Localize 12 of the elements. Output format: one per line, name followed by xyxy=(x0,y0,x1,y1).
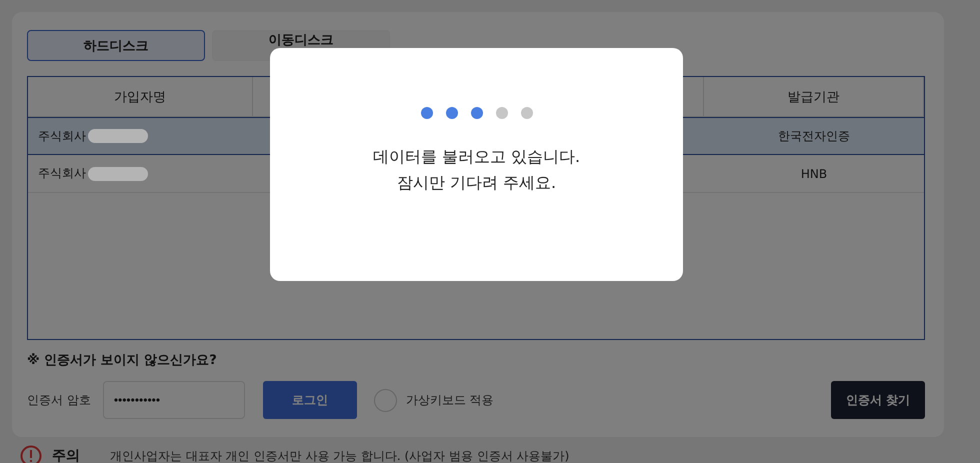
loading-message: 데이터를 불러오고 있습니다. xyxy=(372,146,580,168)
column-header: 발급기관 xyxy=(788,88,840,106)
table-cell: 주식회사 xyxy=(38,165,86,182)
column-header: 가입자명 xyxy=(114,88,166,106)
table-cell: 한국전자인증 xyxy=(778,128,850,144)
notice-title: 주의 xyxy=(52,447,80,463)
notice-text: 개인사업자는 대표자 개인 인증서만 사용 가능 합니다. (사업자 범용 인증서 사용불가) xyxy=(110,448,570,463)
radio-label: 가상키보드 적용 xyxy=(406,392,494,408)
loading-message: 잠시만 기다려 주세요. xyxy=(396,172,556,194)
table-cell: 주식회사 xyxy=(38,128,86,144)
table-cell: HNB xyxy=(800,166,828,180)
password-label: 인증서 암호 xyxy=(27,392,91,408)
